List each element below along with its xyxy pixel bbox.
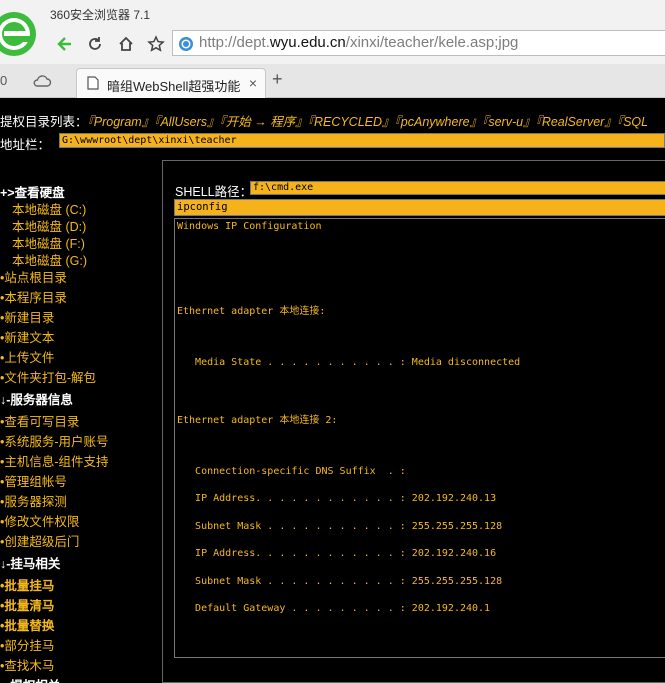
output-line: IP Address. . . . . . . . . . . . : 202.…: [177, 493, 497, 504]
output-line: Media State . . . . . . . . . . . : Medi…: [177, 357, 521, 368]
sidebar-site-root[interactable]: •站点根目录: [0, 267, 67, 286]
menu-link-allusers[interactable]: 『AllUsers』: [154, 115, 219, 129]
page-icon: [87, 76, 99, 90]
webshell-page: 提权目录列表：『Program』『AllUsers』『开始 → 程序』『RECY…: [0, 98, 665, 683]
tab-webshell[interactable]: 暗组WebShell超强功能 ×: [76, 68, 266, 98]
url-host: wyu.edu.cn: [269, 34, 346, 51]
output-line: Subnet Mask . . . . . . . . . . . : 255.…: [177, 576, 503, 587]
sidebar-upload[interactable]: •上传文件: [0, 347, 54, 366]
sidebar-priv-head[interactable]: ↓-提权相关: [0, 675, 60, 683]
url-text: http://dept.wyu.edu.cn/xinxi/teacher/kel…: [199, 34, 519, 51]
output-line: Windows IP Configuration: [177, 221, 322, 232]
sidebar-new-text[interactable]: •新建文本: [0, 327, 54, 346]
menu-prefix: 提权目录列表：: [0, 115, 88, 129]
sidebar-host-info[interactable]: •主机信息-组件支持: [0, 451, 109, 470]
sidebar-pack-unpack[interactable]: •文件夹打包-解包: [0, 367, 96, 386]
sidebar-server-probe[interactable]: •服务器探测: [0, 491, 67, 510]
sidebar-server-head[interactable]: ↓-服务器信息: [0, 389, 73, 408]
sidebar-partial-inject[interactable]: •部分挂马: [0, 635, 54, 654]
output-line: Connection-specific DNS Suffix . :: [177, 466, 406, 477]
tab-close-icon[interactable]: ×: [249, 75, 257, 91]
output-line: Default Gateway . . . . . . . . . : 202.…: [177, 603, 491, 614]
output-line: Subnet Mask . . . . . . . . . . . : 255.…: [177, 521, 503, 532]
tab-bar: 0 暗组WebShell超强功能 × +: [0, 64, 665, 98]
home-icon: [119, 36, 133, 51]
output-line: Ethernet adapter 本地连接 2:: [177, 415, 338, 426]
shell-path-label: SHELL路径：: [175, 185, 253, 199]
path-input[interactable]: G:\wwwroot\dept\xinxi\teacher: [59, 133, 665, 148]
sidebar-super-backdoor[interactable]: •创建超级后门: [0, 531, 79, 550]
star-icon: [147, 35, 165, 52]
priv-dir-menu: 提权目录列表：『Program』『AllUsers』『开始 → 程序』『RECY…: [0, 111, 648, 130]
sidebar-services-users[interactable]: •系统服务-用户账号: [0, 431, 109, 450]
tab-title: 暗组WebShell超强功能: [107, 79, 241, 94]
reload-button[interactable]: [82, 31, 108, 57]
menu-link-realserver[interactable]: 『RealServer』: [536, 115, 617, 129]
app-title: 360安全浏览器 7.1: [50, 8, 151, 22]
back-button[interactable]: [52, 31, 78, 57]
menu-link-serv-u[interactable]: 『serv-u』: [482, 115, 535, 129]
sidebar-batch-clean[interactable]: •批量清马: [0, 595, 54, 614]
menu-link-program[interactable]: 『Program』: [88, 115, 155, 129]
cmd-panel: SHELL路径： f:\cmd.exe ipconfig Windows IP …: [162, 160, 665, 683]
address-bar[interactable]: http://dept.wyu.edu.cn/xinxi/teacher/kel…: [172, 30, 665, 56]
menu-link-recycled[interactable]: 『RECYCLED』: [308, 115, 395, 129]
back-arrow-icon: [57, 37, 71, 51]
output-line: Ethernet adapter 本地连接:: [177, 306, 326, 317]
sidebar-trojan-head[interactable]: ↓-挂马相关: [0, 553, 60, 572]
sidebar-find-trojan[interactable]: •查找木马: [0, 655, 54, 674]
shell-path-input[interactable]: f:\cmd.exe: [250, 181, 665, 195]
sidebar-batch-inject[interactable]: •批量挂马: [0, 575, 54, 594]
globe-icon: [179, 37, 193, 51]
home-button[interactable]: [113, 31, 139, 57]
new-tab-button[interactable]: +: [272, 69, 283, 90]
menu-link-pcanywhere[interactable]: 『pcAnywhere』: [395, 115, 483, 129]
sidebar-new-dir[interactable]: •新建目录: [0, 307, 54, 326]
address-label: 地址栏：: [0, 138, 51, 152]
menu-link-start-programs[interactable]: 『开始 → 程序』: [220, 115, 308, 129]
cloud-icon[interactable]: [32, 73, 52, 89]
sidebar-admin-accounts[interactable]: •管理组帐号: [0, 471, 67, 490]
tab-scroll-left[interactable]: 0: [0, 73, 7, 88]
output-line: IP Address. . . . . . . . . . . . : 202.…: [177, 548, 497, 559]
menu-link-sql[interactable]: 『SQL: [617, 115, 648, 129]
command-input[interactable]: ipconfig: [174, 199, 665, 216]
sidebar-program-dir[interactable]: •本程序目录: [0, 287, 67, 306]
favorite-button[interactable]: [143, 31, 169, 57]
sidebar-file-perms[interactable]: •修改文件权限: [0, 511, 79, 530]
browser-chrome: 360安全浏览器 7.1 http://dept.wyu.edu.cn/xinx…: [0, 0, 665, 98]
reload-icon: [89, 37, 101, 50]
sidebar-batch-replace[interactable]: •批量替换: [0, 615, 54, 634]
command-output: Windows IP Configuration Ethernet adapte…: [174, 218, 665, 658]
sidebar-writable-dirs[interactable]: •查看可写目录: [0, 411, 79, 430]
title-bar: 360安全浏览器 7.1: [0, 0, 665, 28]
